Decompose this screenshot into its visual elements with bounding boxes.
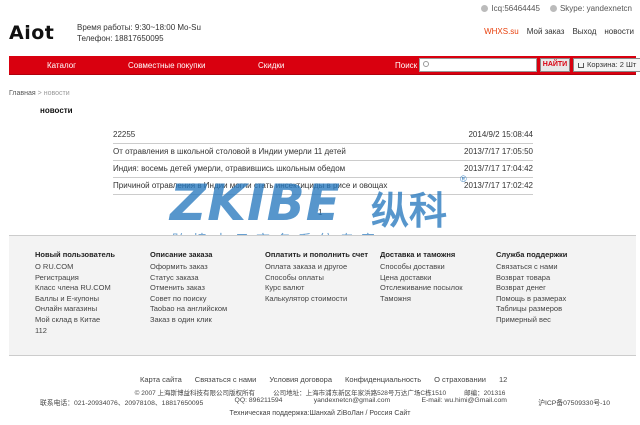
footer-link[interactable]: Мой склад в Китае	[35, 315, 147, 326]
footer-extra-link[interactable]: 12	[499, 375, 507, 384]
footer-col-payment: Оплатить и пополнить счет Оплата заказа …	[265, 250, 377, 304]
news-title[interactable]: 22255	[113, 130, 135, 139]
footer-link[interactable]: Помощь в размерах	[496, 294, 608, 305]
footer-icp[interactable]: 沪ICP备07509330号-10	[538, 397, 610, 407]
footer-link[interactable]: Отслеживание посылок	[380, 283, 492, 294]
news-link[interactable]: новости	[604, 27, 634, 36]
user-account-link[interactable]: WHXS.su	[484, 27, 519, 36]
footer-qq: QQ: 896211594	[234, 397, 283, 404]
footer-link[interactable]: О RU.COM	[35, 262, 147, 273]
icq-contact[interactable]: Icq:56464445	[481, 4, 540, 13]
footer-insurance-link[interactable]: О страховании	[434, 375, 486, 384]
news-title[interactable]: Индия: восемь детей умерли, отравившись …	[113, 164, 345, 173]
footer-col-heading: Оплатить и пополнить счет	[265, 250, 369, 259]
footer-link[interactable]: 112	[35, 326, 147, 337]
footer-link[interactable]: Заказ в один клик	[150, 315, 262, 326]
footer-link[interactable]: Примерный вес	[496, 315, 608, 326]
pagination-page[interactable]: 1	[318, 208, 322, 217]
news-title[interactable]: Причиной отравления в Индии могли стать …	[113, 181, 387, 190]
search-input[interactable]	[419, 58, 537, 72]
news-date: 2014/9/2 15:08:44	[468, 130, 533, 139]
footer-terms-link[interactable]: Условия договора	[269, 375, 332, 384]
footer-copyright: © 2007 上海斯博益科技有限公司版权所有 公司地址：上海市浦东新区年家浜路5…	[134, 390, 506, 397]
footer-link[interactable]: Возврат товара	[496, 273, 608, 284]
skype-text: Skype: yandexnetcn	[559, 4, 632, 13]
footer-col-heading: Доставка и таможня	[380, 250, 456, 259]
news-item[interactable]: Индия: восемь детей умерли, отравившись …	[113, 161, 533, 178]
logout-link[interactable]: Выход	[572, 27, 596, 36]
breadcrumb-current: новости	[43, 90, 70, 97]
footer-link[interactable]: Связаться с нами	[496, 262, 608, 273]
skype-icon	[549, 5, 557, 13]
footer-link[interactable]: Отменить заказ	[150, 283, 262, 294]
footer-contact-line: 联系电话：021-20934076、20978108、18817650095 Q…	[40, 397, 610, 407]
footer-link[interactable]: Таблицы размеров	[496, 304, 608, 315]
cart-icon	[578, 62, 584, 68]
nav-group-buying[interactable]: Совместные покупки	[128, 61, 206, 70]
footer-link[interactable]: Курс валют	[265, 283, 377, 294]
news-item[interactable]: От отравления в школьной столовой в Инди…	[113, 144, 533, 161]
footer-link[interactable]: Статус заказа	[150, 273, 262, 284]
my-order-link[interactable]: Мой заказ	[527, 27, 565, 36]
icq-icon	[481, 5, 489, 13]
search-button[interactable]: НАЙТИ	[540, 58, 570, 72]
hours-text: Время работы: 9:30~18:00 Mo-Su	[77, 23, 201, 32]
search-icon	[423, 61, 429, 67]
footer-links-box: Новый пользователь О RU.COM Регистрация …	[9, 235, 636, 356]
footer-tech-support: Техническая поддержка:Шанхай ZiBoЛан / Р…	[229, 410, 411, 417]
footer-privacy-link[interactable]: Конфиденциальность	[345, 375, 421, 384]
footer-col-order: Описание заказа Оформить заказ Статус за…	[150, 250, 262, 326]
breadcrumb-separator: >	[37, 90, 42, 97]
footer-link[interactable]: Оформить заказ	[150, 262, 262, 273]
footer-link[interactable]: Способы оплаты	[265, 273, 377, 284]
phone-text: Телефон: 18817650095	[77, 34, 164, 43]
footer-col-delivery: Доставка и таможня Способы доставки Цена…	[380, 250, 492, 304]
cart-label: Корзина: 2 Шт	[587, 60, 637, 69]
breadcrumb-home[interactable]: Главная	[9, 90, 36, 97]
footer-link[interactable]: Taobao на английском	[150, 304, 262, 315]
footer-link[interactable]: Цена доставки	[380, 273, 492, 284]
page-title: новости	[40, 106, 73, 115]
skype-contact[interactable]: Skype: yandexnetcn	[549, 4, 632, 13]
footer-link[interactable]: Регистрация	[35, 273, 147, 284]
footer-email-1: yandexnetcn@gmail.com	[313, 397, 391, 404]
news-item[interactable]: 22255 2014/9/2 15:08:44	[113, 127, 533, 144]
footer-link[interactable]: Возврат денег	[496, 283, 608, 294]
news-title[interactable]: От отравления в школьной столовой в Инди…	[113, 147, 346, 156]
main-navbar: Каталог Совместные покупки Скидки Поиск …	[9, 56, 640, 75]
footer-col-support: Служба поддержки Связаться с нами Возвра…	[496, 250, 608, 326]
news-list: 22255 2014/9/2 15:08:44 От отравления в ш…	[113, 127, 533, 195]
nav-discounts[interactable]: Скидки	[258, 61, 284, 70]
cart-button[interactable]: Корзина: 2 Шт	[573, 58, 640, 72]
footer-link[interactable]: Калькулятор стоимости	[265, 294, 377, 305]
news-item[interactable]: Причиной отравления в Индии могли стать …	[113, 178, 533, 195]
news-date: 2013/7/17 17:02:42	[464, 181, 533, 190]
footer-link[interactable]: Онлайн магазины	[35, 304, 147, 315]
breadcrumb: Главная > новости	[9, 90, 70, 97]
footer-link[interactable]: Таможня	[380, 294, 492, 305]
search-label: Поиск	[395, 61, 418, 70]
footer-link[interactable]: Способы доставки	[380, 262, 492, 273]
footer-sitemap-link[interactable]: Карта сайта	[140, 375, 182, 384]
footer-col-heading: Описание заказа	[150, 250, 213, 259]
working-hours: Время работы: 9:30~18:00 Mo-Su Телефон: …	[77, 22, 201, 44]
footer-contact-link[interactable]: Связаться с нами	[195, 375, 257, 384]
footer-col-heading: Новый пользователь	[35, 250, 116, 259]
footer-col-heading: Служба поддержки	[496, 250, 568, 259]
footer-link[interactable]: Совет по поиску	[150, 294, 262, 305]
footer-bottom-links: Карта сайта Связаться с нами Условия дог…	[140, 375, 507, 384]
footer-col-new-user: Новый пользователь О RU.COM Регистрация …	[35, 250, 147, 336]
footer-email-2: E-mail: wu.himi@Gmail.com	[421, 397, 507, 404]
contacts-row: Icq:56464445 Skype: yandexnetcn	[481, 4, 632, 13]
user-links: WHXS.su Мой заказ Выход новости	[484, 27, 634, 36]
footer-link[interactable]: Баллы и Е-купоны	[35, 294, 147, 305]
footer-phones: 联系电话：021-20934076、20978108、18817650095	[40, 400, 204, 407]
icq-text: Icq:56464445	[491, 4, 540, 13]
footer-link[interactable]: Класс члена RU.COM	[35, 283, 147, 294]
news-date: 2013/7/17 17:04:42	[464, 164, 533, 173]
footer-link[interactable]: Оплата заказа и другое	[265, 262, 377, 273]
news-date: 2013/7/17 17:05:50	[464, 147, 533, 156]
site-logo[interactable]: Aiot	[9, 22, 54, 44]
nav-catalog[interactable]: Каталог	[47, 61, 76, 70]
